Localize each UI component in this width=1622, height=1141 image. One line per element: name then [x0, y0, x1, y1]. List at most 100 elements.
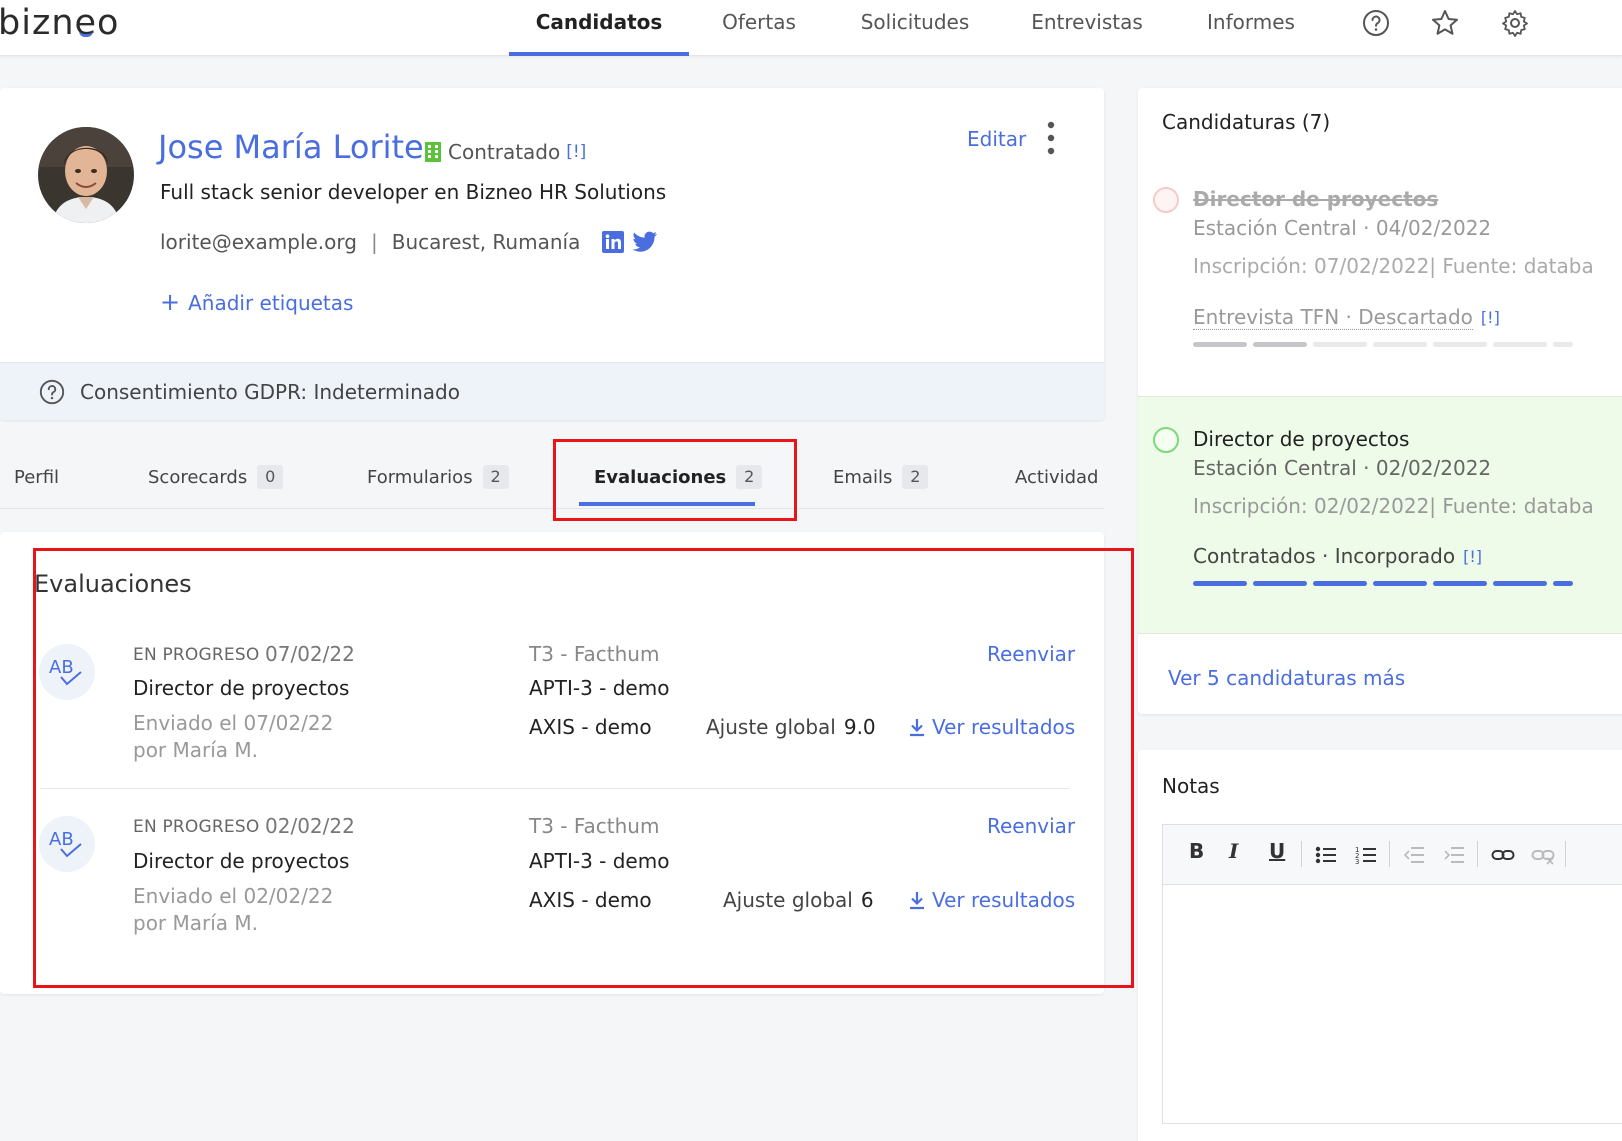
nav-ofertas[interactable]: Ofertas: [704, 0, 814, 56]
bullet-list-icon[interactable]: [1315, 845, 1337, 865]
application-stage-label[interactable]: Contratados · Incorporado: [1193, 544, 1455, 568]
help-icon[interactable]: [1361, 8, 1391, 38]
status-flag-link[interactable]: [!]: [566, 142, 586, 162]
logo-e: e: [75, 3, 98, 43]
highlight-box-tab: [553, 439, 797, 521]
nav-solicitudes[interactable]: Solicitudes: [850, 0, 980, 56]
gdpr-consent-bar: Consentimiento GDPR: Indeterminado: [0, 362, 1104, 420]
highlight-box-evaluations: [33, 548, 1134, 988]
view-more-applications-link[interactable]: Ver 5 candidaturas más: [1168, 666, 1405, 690]
candidate-location: Bucarest, Rumanía: [391, 230, 581, 254]
application-stage-label[interactable]: Entrevista TFN · Descartado: [1193, 305, 1473, 330]
progress-step: [1553, 342, 1573, 347]
application-status-dot: [1153, 187, 1179, 213]
logo-text-end: o: [97, 3, 120, 43]
application-stage: Contratados · Incorporado [!]: [1193, 544, 1482, 568]
application-role[interactable]: Director de proyectos: [1193, 187, 1438, 211]
notes-editor-toolbar: B I U 1 2 3: [1162, 824, 1622, 884]
unlink-icon[interactable]: [1531, 845, 1555, 865]
progress-step: [1253, 581, 1307, 586]
candidate-email[interactable]: lorite@example.org: [160, 230, 357, 254]
italic-button[interactable]: I: [1229, 839, 1238, 863]
bold-button[interactable]: B: [1189, 839, 1204, 863]
toolbar-separator: [1389, 841, 1390, 867]
progress-step: [1433, 581, 1487, 586]
candidate-contact: lorite@example.org | Bucarest, Rumanía: [160, 230, 658, 254]
tab-scorecards[interactable]: Scorecards 0: [148, 462, 284, 492]
numbered-list-icon[interactable]: 1 2 3: [1355, 845, 1377, 865]
star-icon[interactable]: [1430, 8, 1460, 38]
application-flag-link[interactable]: [!]: [1463, 547, 1482, 566]
more-options-icon[interactable]: [1042, 120, 1060, 156]
tab-perfil[interactable]: Perfil: [14, 462, 59, 492]
link-icon[interactable]: [1491, 845, 1515, 865]
applications-title: Candidaturas (7): [1162, 110, 1331, 134]
edit-button[interactable]: Editar: [967, 127, 1026, 151]
progress-step: [1373, 581, 1427, 586]
application-stage: Entrevista TFN · Descartado [!]: [1193, 305, 1500, 330]
candidate-avatar: [38, 127, 134, 223]
toolbar-separator: [1565, 841, 1566, 867]
indent-icon[interactable]: [1443, 845, 1465, 865]
application-flag-link[interactable]: [!]: [1481, 308, 1500, 327]
progress-step: [1193, 581, 1247, 586]
applications-card: [1138, 88, 1622, 714]
toolbar-separator: [1301, 841, 1302, 867]
tab-scorecards-count: 0: [257, 465, 284, 489]
add-tags-label: Añadir etiquetas: [188, 291, 354, 315]
candidate-headline: Full stack senior developer en Bizneo HR…: [160, 180, 667, 204]
nav-entrevistas[interactable]: Entrevistas: [1022, 0, 1152, 56]
application-place-date: Estación Central · 04/02/2022: [1193, 216, 1492, 240]
tab-scorecards-label: Scorecards: [148, 466, 248, 488]
progress-step: [1193, 342, 1247, 347]
progress-step: [1493, 581, 1547, 586]
tab-perfil-label: Perfil: [14, 466, 60, 488]
svg-text:3: 3: [1355, 858, 1359, 865]
candidate-status: Contratado [!]: [424, 140, 586, 164]
help-circle-icon: [39, 379, 65, 404]
logo-text-start: bizn: [0, 3, 75, 43]
tab-emails-label: Emails: [833, 466, 893, 488]
logo-e-letter: e: [74, 3, 98, 43]
application-role[interactable]: Director de proyectos: [1193, 427, 1409, 451]
application-place-date: Estación Central · 02/02/2022: [1193, 456, 1492, 480]
application-progress: [1193, 342, 1573, 347]
linkedin-icon[interactable]: [602, 231, 625, 253]
tab-formularios[interactable]: Formularios 2: [367, 462, 509, 492]
plus-icon: +: [160, 288, 181, 316]
underline-button[interactable]: U: [1269, 839, 1285, 863]
application-inscription: Inscripción: 07/02/2022| Fuente: databa: [1193, 254, 1594, 278]
progress-step: [1433, 342, 1487, 347]
candidate-name[interactable]: Jose María Lorite: [158, 128, 424, 166]
tab-emails-count: 2: [902, 465, 929, 489]
settings-icon[interactable]: [1500, 8, 1530, 38]
tab-actividad[interactable]: Actividad: [1015, 462, 1099, 492]
gdpr-text: Consentimiento GDPR: Indeterminado: [80, 379, 460, 404]
bizneo-logo[interactable]: bizne o: [0, 0, 119, 48]
nav-candidatos[interactable]: Candidatos: [509, 0, 689, 56]
tab-emails[interactable]: Emails 2: [833, 462, 929, 492]
progress-step: [1313, 581, 1367, 586]
status-label: Contratado: [448, 140, 561, 164]
toolbar-separator: [1477, 841, 1478, 867]
outdent-icon[interactable]: [1403, 845, 1425, 865]
twitter-icon[interactable]: [632, 231, 658, 253]
progress-step: [1493, 342, 1547, 347]
tab-formularios-count: 2: [482, 465, 509, 489]
progress-step: [1253, 342, 1307, 347]
tab-formularios-label: Formularios: [367, 466, 473, 488]
progress-step: [1553, 581, 1573, 586]
application-inscription: Inscripción: 02/02/2022| Fuente: databa: [1193, 494, 1594, 518]
building-icon: [425, 142, 441, 162]
contact-separator: |: [370, 230, 378, 254]
notes-title: Notas: [1162, 774, 1220, 798]
progress-step: [1373, 342, 1427, 347]
add-tags-button[interactable]: + Añadir etiquetas: [160, 288, 353, 316]
notes-editor[interactable]: [1162, 884, 1622, 1124]
tab-actividad-label: Actividad: [1015, 466, 1099, 488]
nav-informes[interactable]: Informes: [1196, 0, 1306, 56]
progress-step: [1313, 342, 1367, 347]
application-status-dot: [1153, 427, 1179, 453]
tabs-divider: [0, 508, 1104, 509]
top-navigation-bar: bizne o Candidatos Ofertas Solicitudes En…: [0, 0, 1622, 56]
